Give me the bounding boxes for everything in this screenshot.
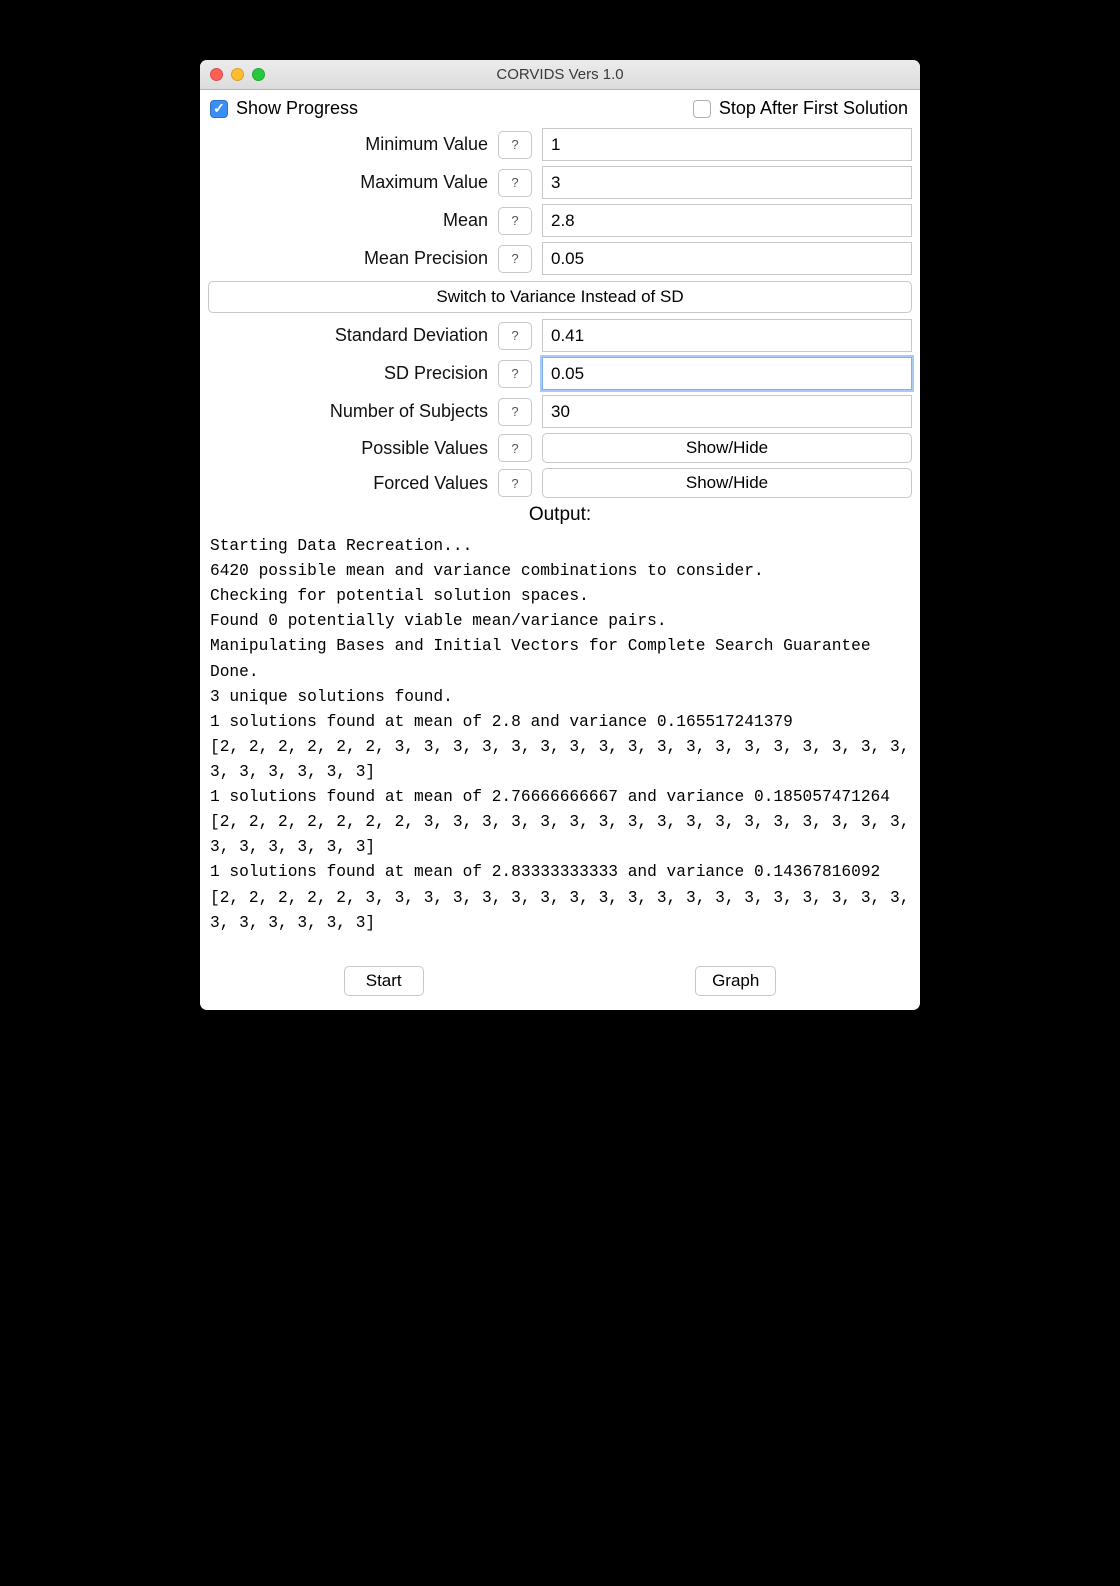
graph-button[interactable]: Graph — [695, 966, 776, 996]
max-value-label: Maximum Value — [208, 172, 488, 193]
possible-values-help-button[interactable]: ? — [498, 434, 532, 462]
forced-values-label: Forced Values — [208, 473, 488, 494]
sd-label: Standard Deviation — [208, 325, 488, 346]
possible-values-toggle-button[interactable]: Show/Hide — [542, 433, 912, 463]
max-value-help-button[interactable]: ? — [498, 169, 532, 197]
mean-label: Mean — [208, 210, 488, 231]
minimize-icon[interactable] — [231, 68, 244, 81]
n-subjects-input[interactable] — [542, 395, 912, 428]
sd-precision-label: SD Precision — [208, 363, 488, 384]
possible-values-label: Possible Values — [208, 438, 488, 459]
forced-values-toggle-button[interactable]: Show/Hide — [542, 468, 912, 498]
forced-values-help-button[interactable]: ? — [498, 469, 532, 497]
mean-help-button[interactable]: ? — [498, 207, 532, 235]
mean-precision-help-button[interactable]: ? — [498, 245, 532, 273]
switch-variance-button[interactable]: Switch to Variance Instead of SD — [208, 281, 912, 313]
stop-after-first-checkbox[interactable] — [693, 100, 711, 118]
content-area: Show Progress Stop After First Solution … — [200, 90, 920, 1010]
sd-precision-input[interactable] — [542, 357, 912, 390]
min-value-input[interactable] — [542, 128, 912, 161]
mean-input[interactable] — [542, 204, 912, 237]
close-icon[interactable] — [210, 68, 223, 81]
min-value-help-button[interactable]: ? — [498, 131, 532, 159]
zoom-icon[interactable] — [252, 68, 265, 81]
stop-after-first-option[interactable]: Stop After First Solution — [693, 98, 908, 119]
sd-precision-help-button[interactable]: ? — [498, 360, 532, 388]
show-progress-label: Show Progress — [236, 98, 358, 119]
output-heading: Output: — [208, 504, 912, 526]
mean-precision-input[interactable] — [542, 242, 912, 275]
window-title: CORVIDS Vers 1.0 — [200, 66, 920, 83]
n-subjects-help-button[interactable]: ? — [498, 398, 532, 426]
app-window: CORVIDS Vers 1.0 Show Progress Stop Afte… — [200, 60, 920, 1010]
show-progress-checkbox[interactable] — [210, 100, 228, 118]
sd-input[interactable] — [542, 319, 912, 352]
min-value-label: Minimum Value — [208, 134, 488, 155]
output-text: Starting Data Recreation... 6420 possibl… — [208, 526, 912, 956]
stop-after-first-label: Stop After First Solution — [719, 98, 908, 119]
n-subjects-label: Number of Subjects — [208, 401, 488, 422]
max-value-input[interactable] — [542, 166, 912, 199]
titlebar: CORVIDS Vers 1.0 — [200, 60, 920, 90]
mean-precision-label: Mean Precision — [208, 248, 488, 269]
sd-help-button[interactable]: ? — [498, 322, 532, 350]
window-controls — [200, 68, 265, 81]
start-button[interactable]: Start — [344, 966, 424, 996]
show-progress-option[interactable]: Show Progress — [210, 98, 358, 119]
